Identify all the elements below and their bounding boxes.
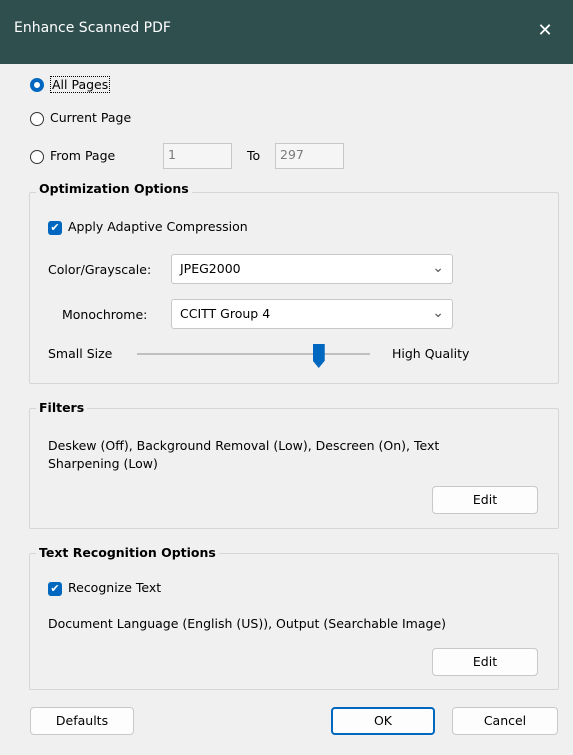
filters-edit-button[interactable]: Edit [432, 486, 538, 514]
current-page-label[interactable]: Current Page [50, 110, 131, 125]
monochrome-label: Monochrome: [62, 307, 148, 322]
ocr-edit-button[interactable]: Edit [432, 648, 538, 676]
from-page-input[interactable]: 1 [163, 143, 232, 169]
monochrome-select[interactable]: CCITT Group 4 ⌄ [171, 299, 453, 329]
check-icon: ✔ [50, 582, 60, 595]
ok-button[interactable]: OK [331, 707, 435, 735]
filters-summary: Deskew (Off), Background Removal (Low), … [48, 438, 440, 471]
color-grayscale-select[interactable]: JPEG2000 ⌄ [171, 254, 453, 284]
all-pages-radio[interactable] [30, 78, 44, 92]
high-quality-label: High Quality [392, 346, 470, 361]
cancel-button[interactable]: Cancel [452, 707, 558, 735]
window-title: Enhance Scanned PDF [14, 20, 171, 36]
all-pages-text: All Pages [52, 77, 109, 92]
filters-title: Filters [36, 400, 88, 415]
recognize-text-checkbox[interactable]: ✔ [48, 582, 62, 596]
quality-slider-track[interactable] [137, 353, 370, 355]
ocr-title: Text Recognition Options [36, 545, 219, 560]
close-icon[interactable]: ✕ [527, 12, 563, 48]
chevron-down-icon: ⌄ [432, 305, 444, 321]
chevron-down-icon: ⌄ [432, 260, 444, 276]
to-page-input[interactable]: 297 [275, 143, 344, 169]
recognize-text-label[interactable]: Recognize Text [68, 580, 161, 595]
all-pages-label[interactable]: All Pages [50, 76, 111, 93]
adaptive-compression-label[interactable]: Apply Adaptive Compression [68, 219, 248, 234]
small-size-label: Small Size [48, 346, 113, 361]
adaptive-compression-checkbox[interactable]: ✔ [48, 221, 62, 235]
monochrome-value: CCITT Group 4 [180, 306, 271, 321]
color-grayscale-value: JPEG2000 [180, 261, 241, 276]
from-page-label[interactable]: From Page [50, 148, 115, 163]
optimization-title: Optimization Options [36, 181, 192, 196]
color-grayscale-label: Color/Grayscale: [48, 262, 152, 277]
defaults-button[interactable]: Defaults [30, 707, 134, 735]
title-bar: Enhance Scanned PDF ✕ [0, 0, 573, 64]
check-icon: ✔ [50, 221, 60, 234]
to-label: To [247, 148, 261, 163]
current-page-radio[interactable] [30, 112, 44, 126]
ocr-summary: Document Language (English (US)), Output… [48, 616, 447, 631]
from-page-radio[interactable] [30, 150, 44, 164]
